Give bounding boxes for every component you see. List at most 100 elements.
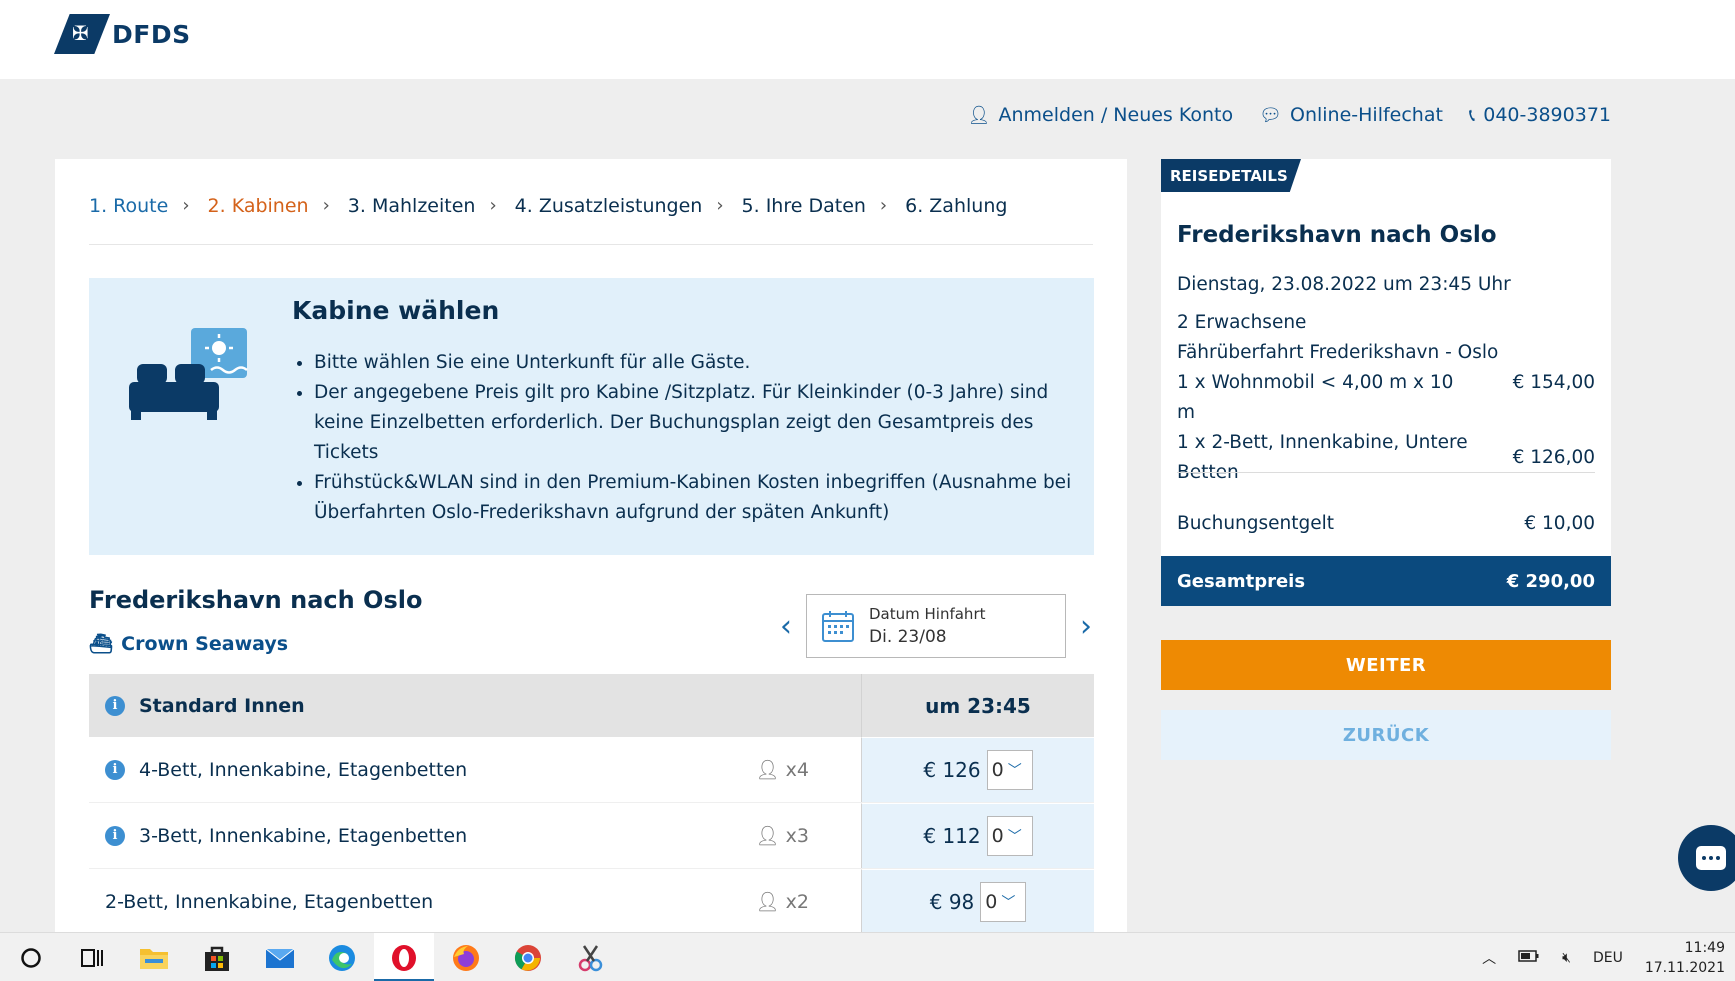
passenger-count: 2 Erwachsene (1177, 312, 1307, 333)
trip-details-panel: REISEDETAILS Frederikshavn nach Oslo Die… (1161, 159, 1611, 606)
chevron-up-icon[interactable]: ︿ (1482, 948, 1496, 968)
date-value: Di. 23/08 (869, 627, 947, 647)
info-icon[interactable]: i (105, 759, 125, 780)
cabin-table: i Standard Innen um 23:45 i 4-Bett, Inne… (89, 674, 1094, 932)
clock[interactable]: 11:49 17.11.2021 (1645, 938, 1725, 978)
person-icon: 👤︎ (755, 891, 780, 913)
chrome-browser-icon[interactable] (511, 941, 545, 975)
chevron-right-icon[interactable]: › (1066, 609, 1106, 644)
departure-time: um 23:45 (861, 674, 1094, 737)
line-label: 1 x 2-Bett, Innenkabine, Untere Betten (1177, 432, 1468, 483)
dfds-logo[interactable]: ✠ DFDS (54, 14, 191, 54)
info-icon[interactable]: i (105, 825, 125, 846)
chevron-down-icon: ﹀ (1007, 763, 1022, 779)
price-cell: € 98 0 ﹀ (861, 869, 1094, 932)
person-icon: 👤︎ (755, 759, 780, 781)
trip-date: Dienstag, 23.08.2022 um 23:45 Uhr (1177, 274, 1511, 295)
pax-count: 👤︎ x2 (755, 890, 809, 914)
user-icon: 👤︎ (967, 104, 991, 126)
category-cell: i Standard Innen (89, 674, 861, 737)
date-text: Datum Hinfahrt Di. 23/08 (869, 605, 986, 647)
chevron-right-icon: › (489, 195, 497, 216)
chevron-right-icon: › (322, 195, 330, 216)
trip-details-tag: REISEDETAILS (1161, 159, 1301, 192)
line-item: 1 x 2-Bett, Innenkabine, Untere Betten €… (1177, 428, 1595, 488)
phone-link[interactable]: 📞︎ 040-3890371 (1469, 104, 1611, 126)
main-panel: 1. Route › 2. Kabinen › 3. Mahlzeiten › 4. … (55, 159, 1127, 932)
quantity-select[interactable]: 0 ﹀ (980, 882, 1027, 922)
chevron-down-icon: ﹀ (1007, 829, 1022, 845)
trip-lines: 2 Erwachsene Fährüberfahrt Frederikshavn… (1177, 308, 1595, 488)
chevron-left-icon[interactable]: ‹ (766, 609, 806, 644)
crossing-label: Fährüberfahrt Frederikshavn - Oslo (1177, 342, 1499, 363)
battery-icon[interactable] (1518, 949, 1540, 967)
divider (1177, 472, 1595, 473)
info-bullet: Frühstück&WLAN sind in den Premium-Kabin… (314, 468, 1074, 528)
line-label: 1 x Wohnmobil < 4,00 m x 10 m (1177, 372, 1454, 423)
line-price: € 126,00 (1512, 447, 1595, 468)
ship-name: ⛴︎ Crown Seaways (89, 632, 289, 656)
windows-taskbar: ︿ 🔇︎ DEU 11:49 17.11.2021 (0, 932, 1735, 981)
total-price-bar: Gesamtpreis € 290,00 (1161, 556, 1611, 606)
step-ihre-daten[interactable]: 5. Ihre Daten › (742, 195, 906, 244)
login-link[interactable]: 👤︎ Anmelden / Neues Konto (968, 104, 1233, 126)
cabin-name-cell: i 4-Bett, Innenkabine, Etagenbetten 👤︎ x4 (89, 737, 861, 802)
mail-icon[interactable] (263, 941, 297, 975)
table-row: i 4-Bett, Innenkabine, Etagenbetten 👤︎ x4… (89, 737, 1094, 803)
cabin-name-cell: i 3-Bett, Innenkabine, Etagenbetten 👤︎ x3 (89, 803, 861, 868)
store-icon[interactable] (200, 941, 234, 975)
opera-browser-icon[interactable] (387, 941, 421, 975)
speaker-muted-icon[interactable]: 🔇︎ (1562, 950, 1571, 966)
task-view-icon[interactable] (75, 941, 109, 975)
info-icon[interactable]: i (105, 695, 125, 716)
next-button[interactable]: WEITER (1161, 640, 1611, 690)
info-title: Kabine wählen (292, 296, 500, 325)
firefox-browser-icon[interactable] (449, 941, 483, 975)
cabin-price: € 112 (923, 824, 981, 848)
chevron-right-icon: › (879, 195, 888, 216)
chevron-right-icon: › (182, 195, 190, 216)
quantity-select[interactable]: 0 ﹀ (986, 750, 1033, 790)
clock-time: 11:49 (1684, 939, 1725, 956)
phone-icon: 📞︎ (1468, 104, 1476, 126)
step-route[interactable]: 1. Route › (89, 195, 208, 244)
step-zusatzleistungen[interactable]: 4. Zusatzleistungen › (515, 195, 742, 244)
quantity-select[interactable]: 0 ﹀ (986, 816, 1033, 856)
back-button[interactable]: ZURÜCK (1161, 710, 1611, 760)
step-zahlung[interactable]: 6. Zahlung (905, 195, 1007, 244)
info-bullets: Bitte wählen Sie eine Unterkunft für all… (314, 348, 1074, 528)
chevron-down-icon: ﹀ (1001, 895, 1016, 911)
chat-link[interactable]: 💬︎ Online-Hilfechat (1259, 104, 1443, 126)
pax-count: 👤︎ x3 (755, 824, 809, 848)
chat-widget-button[interactable] (1678, 825, 1735, 891)
info-bullet: Bitte wählen Sie eine Unterkunft für all… (314, 348, 1074, 378)
edge-browser-icon[interactable] (325, 941, 359, 975)
table-header: i Standard Innen um 23:45 (89, 674, 1094, 737)
file-explorer-icon[interactable] (137, 941, 171, 975)
date-navigator: ‹ Datum Hinfahrt Di. 23/08 › (766, 594, 1106, 658)
top-header: ✠ DFDS (0, 0, 1735, 79)
step-kabinen[interactable]: 2. Kabinen › (208, 195, 348, 244)
step-mahlzeiten[interactable]: 3. Mahlzeiten › (348, 195, 515, 244)
chat-label: Online-Hilfechat (1289, 104, 1443, 126)
cabin-price: € 126 (923, 758, 981, 782)
cabin-price: € 98 (929, 890, 975, 914)
chat-bubble-icon (1696, 846, 1726, 870)
utility-links: 👤︎ Anmelden / Neues Konto 💬︎ Online-Hilf… (968, 104, 1611, 126)
phone-label: 040-3890371 (1483, 104, 1611, 126)
table-row: 2-Bett, Innenkabine, Etagenbetten 👤︎ x2 €… (89, 869, 1094, 932)
pax-count: 👤︎ x4 (755, 758, 809, 782)
chat-icon: 💬︎ (1259, 104, 1282, 126)
language-indicator[interactable]: DEU (1593, 950, 1623, 966)
info-bullet: Der angegebene Preis gilt pro Kabine /Si… (314, 378, 1074, 468)
person-icon: 👤︎ (755, 825, 780, 847)
chevron-right-icon: › (716, 195, 724, 216)
line-item: 1 x Wohnmobil < 4,00 m x 10 m € 154,00 (1177, 368, 1595, 428)
price-cell: € 112 0 ﹀ (861, 803, 1094, 868)
table-row: i 3-Bett, Innenkabine, Etagenbetten 👤︎ x3… (89, 803, 1094, 869)
search-circle-icon[interactable] (14, 941, 48, 975)
snipping-tool-icon[interactable] (573, 941, 607, 975)
price-cell: € 126 0 ﹀ (861, 737, 1094, 802)
outbound-date-picker[interactable]: Datum Hinfahrt Di. 23/08 (806, 594, 1066, 658)
cabin-info-box: Kabine wählen Bitte wählen Sie eine Unte… (89, 278, 1094, 555)
